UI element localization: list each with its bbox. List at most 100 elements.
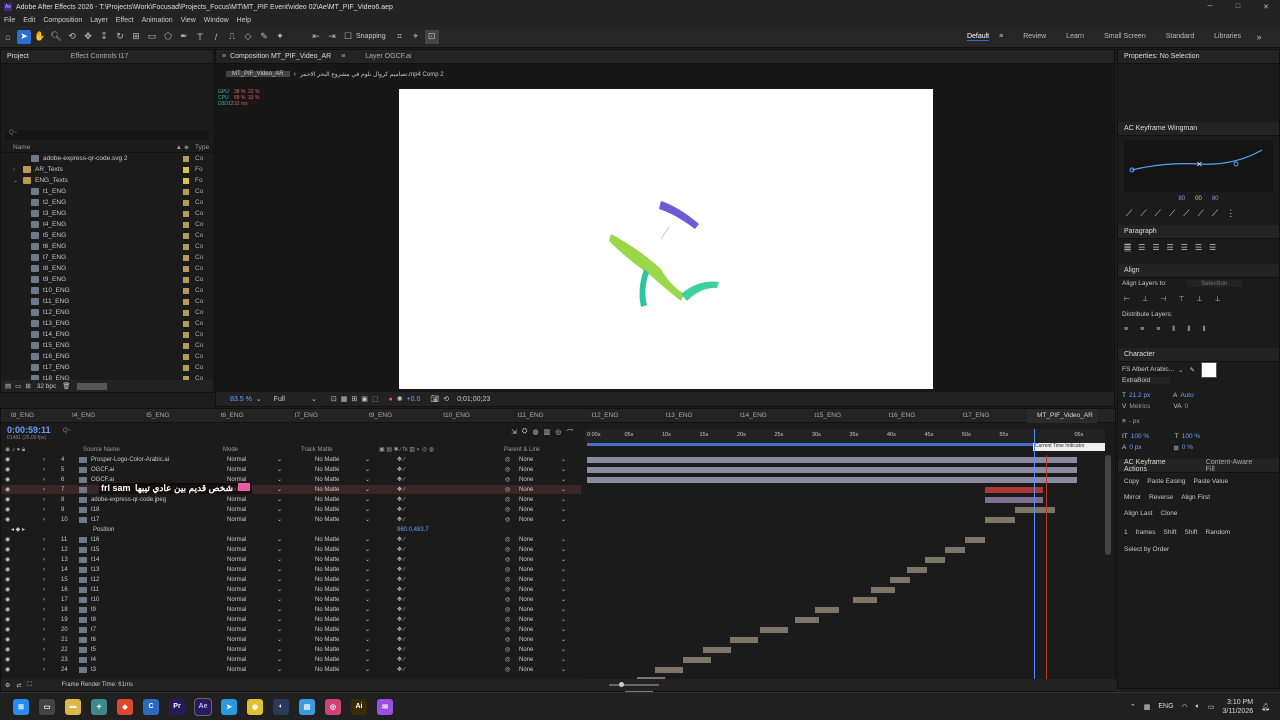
layer-switches[interactable]: ✥ ∕ xyxy=(397,626,405,633)
parent-select[interactable]: None xyxy=(519,517,533,523)
track-matte-select[interactable]: No Matte xyxy=(315,567,339,573)
timeline-tab-t11_eng[interactable]: t11_ENG xyxy=(507,409,563,423)
matte-dropdown-icon[interactable]: ⌄ xyxy=(365,606,370,613)
dist-vcenter-icon[interactable]: ≡ xyxy=(1140,326,1144,334)
layer-twirl-icon[interactable]: › xyxy=(43,537,45,543)
blend-mode-select[interactable]: Normal xyxy=(227,567,246,573)
resolution-dropdown-icon[interactable]: ⌄ xyxy=(311,395,317,403)
visibility-eye-icon[interactable]: ◉ xyxy=(5,616,10,623)
visibility-eye-icon[interactable]: ◉ xyxy=(5,466,10,473)
layer-switches[interactable]: ✥ ∕ xyxy=(397,656,405,663)
wifi-icon[interactable]: ◠ xyxy=(1182,703,1188,711)
brave-icon[interactable]: ◆ xyxy=(117,698,133,715)
menu-animation[interactable]: Animation xyxy=(138,17,177,24)
layer-switches[interactable]: ✥ ∕ xyxy=(397,536,405,543)
parent-select[interactable]: None xyxy=(519,607,533,613)
kerning-value[interactable]: Metrics xyxy=(1129,403,1173,410)
visibility-eye-icon[interactable]: ◉ xyxy=(5,576,10,583)
random-button[interactable]: Random xyxy=(1206,529,1231,536)
render-toggle-icon[interactable]: ⚙ xyxy=(5,682,10,689)
parent-select[interactable]: None xyxy=(519,497,533,503)
tray-app-icon[interactable]: ▦ xyxy=(1144,703,1151,711)
layer-switches[interactable]: ✥ ∕ xyxy=(397,566,405,573)
layer-twirl-icon[interactable]: › xyxy=(43,477,45,483)
blend-mode-select[interactable]: Normal xyxy=(227,517,246,523)
snapshot-icon[interactable]: 📷︎ xyxy=(430,395,439,403)
ease-more-icon[interactable]: ⋮ xyxy=(1226,208,1235,219)
layer-bar[interactable] xyxy=(730,637,758,643)
layer-row[interactable]: ◉ › 23 t4 Normal ⌄ No Matte ⌄ ✥ ∕ ◎ None ⌄ xyxy=(1,655,581,665)
layer-name[interactable]: t10 xyxy=(91,597,99,603)
workspace-menu-icon[interactable]: ≡ xyxy=(999,33,1003,40)
pickwhip-icon[interactable]: ◎ xyxy=(505,516,510,523)
parent-dropdown-icon[interactable]: ⌄ xyxy=(561,506,566,513)
layer-name[interactable]: t13 xyxy=(91,567,99,573)
track-matte-select[interactable]: No Matte xyxy=(315,517,339,523)
matte-dropdown-icon[interactable]: ⌄ xyxy=(365,616,370,623)
parent-dropdown-icon[interactable]: ⌄ xyxy=(561,596,566,603)
tab-layer[interactable]: Layer OGCF.ai xyxy=(365,53,411,60)
instagram-icon[interactable]: ◎ xyxy=(325,698,341,715)
shift-button[interactable]: Shift xyxy=(1164,529,1177,536)
layer-name[interactable]: t17 xyxy=(91,517,99,523)
current-time[interactable]: 0:00:59:11 xyxy=(7,425,51,435)
parent-dropdown-icon[interactable]: ⌄ xyxy=(561,646,566,653)
layer-twirl-icon[interactable]: › xyxy=(43,567,45,573)
layer-name[interactable]: t18 xyxy=(91,507,99,513)
parent-dropdown-icon[interactable]: ⌄ xyxy=(561,626,566,633)
layer-twirl-icon[interactable]: › xyxy=(43,577,45,583)
track-matte-select[interactable]: No Matte xyxy=(315,667,339,673)
breadcrumb-other[interactable]: تصاميم كروال نلوم في مشروع البحر الاحمر.… xyxy=(300,71,444,78)
mode-dropdown-icon[interactable]: ⌄ xyxy=(277,546,282,553)
align-first-button[interactable]: Align First xyxy=(1181,494,1210,501)
pickwhip-icon[interactable]: ◎ xyxy=(505,506,510,513)
layer-row[interactable]: ◉ › 13 t14 Normal ⌄ No Matte ⌄ ✥ ∕ ◎ None ⌄ xyxy=(1,555,581,565)
timeline-tab-t5_eng[interactable]: t5_ENG xyxy=(136,409,192,423)
layer-row[interactable]: ◉ › 22 t5 Normal ⌄ No Matte ⌄ ✥ ∕ ◎ None ⌄ xyxy=(1,645,581,655)
project-item[interactable]: t13_ENG Co xyxy=(1,318,213,329)
blend-mode-select[interactable]: Normal xyxy=(227,467,246,473)
timeline-tab-t12_eng[interactable]: t12_ENG xyxy=(582,409,638,423)
mode-dropdown-icon[interactable]: ⌄ xyxy=(277,496,282,503)
align-v-center-icon[interactable]: ⊥ xyxy=(1196,295,1202,303)
frames-count[interactable]: 1 xyxy=(1124,529,1128,536)
content-aware-tab[interactable]: Content-Aware Fill xyxy=(1206,459,1261,473)
parent-dropdown-icon[interactable]: ⌄ xyxy=(561,456,566,463)
parent-select[interactable]: None xyxy=(519,547,533,553)
mode-dropdown-icon[interactable]: ⌄ xyxy=(277,626,282,633)
workspace-default[interactable]: Default xyxy=(966,33,990,41)
selection-tool-icon[interactable]: ➤ xyxy=(17,29,31,44)
mode-dropdown-icon[interactable]: ⌄ xyxy=(277,616,282,623)
visibility-eye-icon[interactable]: ◉ xyxy=(5,646,10,653)
layer-bar[interactable] xyxy=(925,557,945,563)
label-color-swatch[interactable] xyxy=(183,199,189,206)
col-track-header[interactable]: Track Matte xyxy=(301,447,332,453)
visibility-eye-icon[interactable]: ◉ xyxy=(5,496,10,503)
zoom-slider-thumb[interactable] xyxy=(618,682,624,687)
layer-bar[interactable] xyxy=(815,607,839,613)
parent-select[interactable]: None xyxy=(519,567,533,573)
timeline-scrollbar[interactable] xyxy=(1105,455,1111,555)
ease-bounce-icon[interactable]: ⟋ xyxy=(1198,208,1204,219)
layer-name[interactable]: t8 xyxy=(91,617,96,623)
timeline-search-icon[interactable]: Q~ xyxy=(63,428,71,434)
layer-switches[interactable]: ✥ ∕ xyxy=(397,456,405,463)
project-item[interactable]: t10_ENG Co xyxy=(1,285,213,296)
exposure-value[interactable]: +0.0 xyxy=(407,396,421,403)
matte-dropdown-icon[interactable]: ⌄ xyxy=(365,486,370,493)
dist-hcenter-icon[interactable]: ⦀ xyxy=(1187,326,1190,334)
ease-custom-icon[interactable]: ⟋ xyxy=(1183,208,1189,219)
project-item[interactable]: ⌄ ENG_Texts Fo xyxy=(1,175,213,186)
region-of-interest-icon[interactable]: ⊡ xyxy=(331,395,337,403)
track-matte-select[interactable]: No Matte xyxy=(315,637,339,643)
bit-depth-label[interactable]: 32 bpc xyxy=(37,383,57,390)
baseline-value[interactable]: 0 px xyxy=(1129,444,1173,451)
matte-dropdown-icon[interactable]: ⌄ xyxy=(365,546,370,553)
layer-name[interactable]: t7 xyxy=(91,627,96,633)
orbit-camera-icon[interactable]: ⟲ xyxy=(65,30,79,44)
parent-dropdown-icon[interactable]: ⌄ xyxy=(561,536,566,543)
pickwhip-icon[interactable]: ◎ xyxy=(505,616,510,623)
blend-mode-select[interactable]: Normal xyxy=(227,557,246,563)
track-matte-select[interactable]: No Matte xyxy=(315,557,339,563)
messenger-icon[interactable]: ✉ xyxy=(377,698,393,715)
